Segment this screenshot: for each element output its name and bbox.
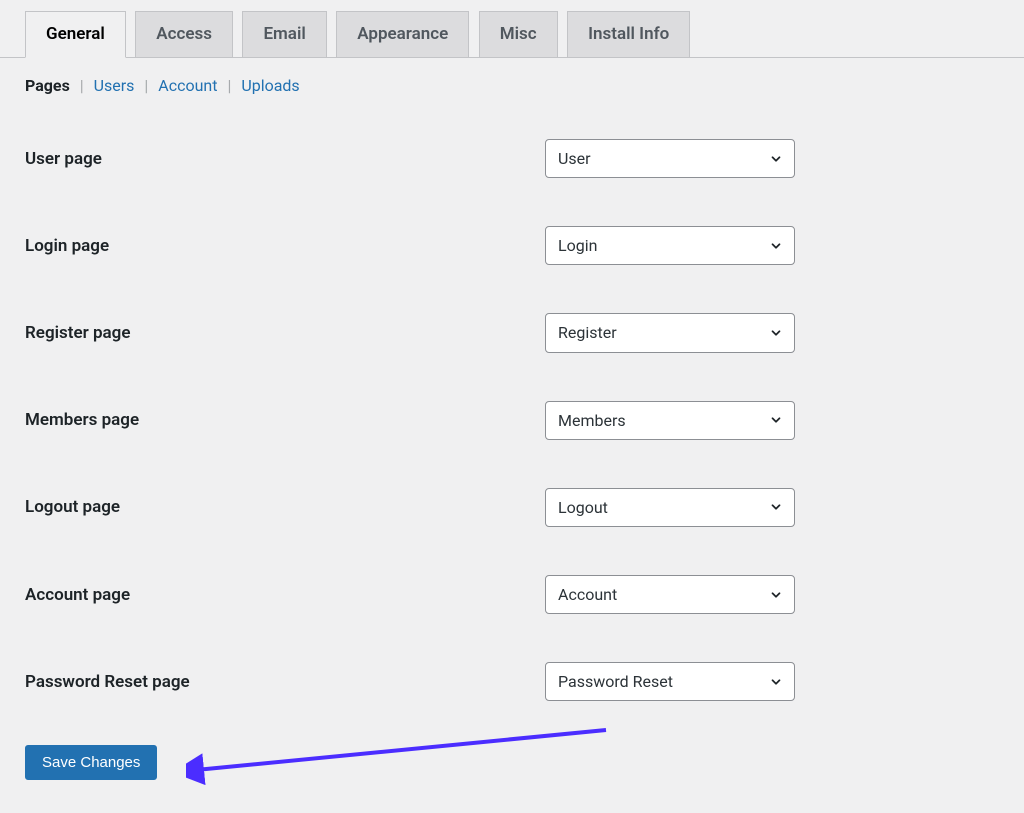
row-login-page: Login page Login bbox=[25, 202, 999, 289]
separator: | bbox=[74, 76, 90, 95]
field-label: User page bbox=[25, 149, 545, 169]
row-logout-page: Logout page Logout bbox=[25, 464, 999, 551]
select-logout-page[interactable]: Logout bbox=[545, 488, 795, 527]
save-changes-button[interactable]: Save Changes bbox=[25, 745, 157, 780]
tab-label: Install Info bbox=[588, 24, 669, 44]
row-account-page: Account page Account bbox=[25, 551, 999, 638]
row-members-page: Members page Members bbox=[25, 377, 999, 464]
select-value: Login bbox=[545, 226, 795, 265]
subnav-pages[interactable]: Pages bbox=[25, 76, 70, 95]
row-register-page: Register page Register bbox=[25, 289, 999, 376]
select-value: Members bbox=[545, 401, 795, 440]
select-value: Logout bbox=[545, 488, 795, 527]
field-label: Account page bbox=[25, 585, 545, 605]
tab-appearance[interactable]: Appearance bbox=[336, 11, 469, 58]
submit-row: Save Changes bbox=[0, 725, 1024, 810]
subnav-label: Pages bbox=[25, 76, 70, 95]
tab-general[interactable]: General bbox=[25, 11, 126, 58]
subnav-uploads[interactable]: Uploads bbox=[241, 76, 299, 95]
select-account-page[interactable]: Account bbox=[545, 575, 795, 614]
field-label: Members page bbox=[25, 410, 545, 430]
subnav-users[interactable]: Users bbox=[94, 76, 135, 95]
main-tabs: General Access Email Appearance Misc Ins… bbox=[0, 0, 1024, 58]
select-value: Account bbox=[545, 575, 795, 614]
row-password-reset-page: Password Reset page Password Reset bbox=[25, 638, 999, 725]
button-label: Save Changes bbox=[42, 754, 140, 771]
tab-label: Appearance bbox=[357, 24, 448, 44]
tab-install-info[interactable]: Install Info bbox=[567, 11, 690, 58]
separator: | bbox=[221, 76, 237, 95]
field-label: Password Reset page bbox=[25, 672, 545, 692]
select-value: User bbox=[545, 139, 795, 178]
select-value: Password Reset bbox=[545, 662, 795, 701]
field-label: Register page bbox=[25, 323, 545, 343]
tab-email[interactable]: Email bbox=[242, 11, 326, 58]
select-login-page[interactable]: Login bbox=[545, 226, 795, 265]
tab-label: Access bbox=[156, 24, 212, 44]
field-label: Login page bbox=[25, 236, 545, 256]
row-user-page: User page User bbox=[25, 115, 999, 202]
tab-label: General bbox=[46, 24, 105, 44]
select-members-page[interactable]: Members bbox=[545, 401, 795, 440]
subnav-label: Users bbox=[94, 76, 135, 95]
settings-form: User page User Login page Login Register… bbox=[0, 105, 1024, 725]
tab-label: Email bbox=[263, 24, 305, 44]
select-value: Register bbox=[545, 313, 795, 352]
subnav: Pages | Users | Account | Uploads bbox=[0, 58, 1024, 105]
field-label: Logout page bbox=[25, 497, 545, 517]
subnav-account[interactable]: Account bbox=[158, 76, 217, 95]
tab-access[interactable]: Access bbox=[135, 11, 233, 58]
tab-label: Misc bbox=[500, 24, 537, 44]
subnav-label: Account bbox=[158, 76, 217, 95]
select-user-page[interactable]: User bbox=[545, 139, 795, 178]
tab-misc[interactable]: Misc bbox=[479, 11, 558, 58]
separator: | bbox=[138, 76, 154, 95]
select-password-reset-page[interactable]: Password Reset bbox=[545, 662, 795, 701]
select-register-page[interactable]: Register bbox=[545, 313, 795, 352]
subnav-label: Uploads bbox=[241, 76, 299, 95]
